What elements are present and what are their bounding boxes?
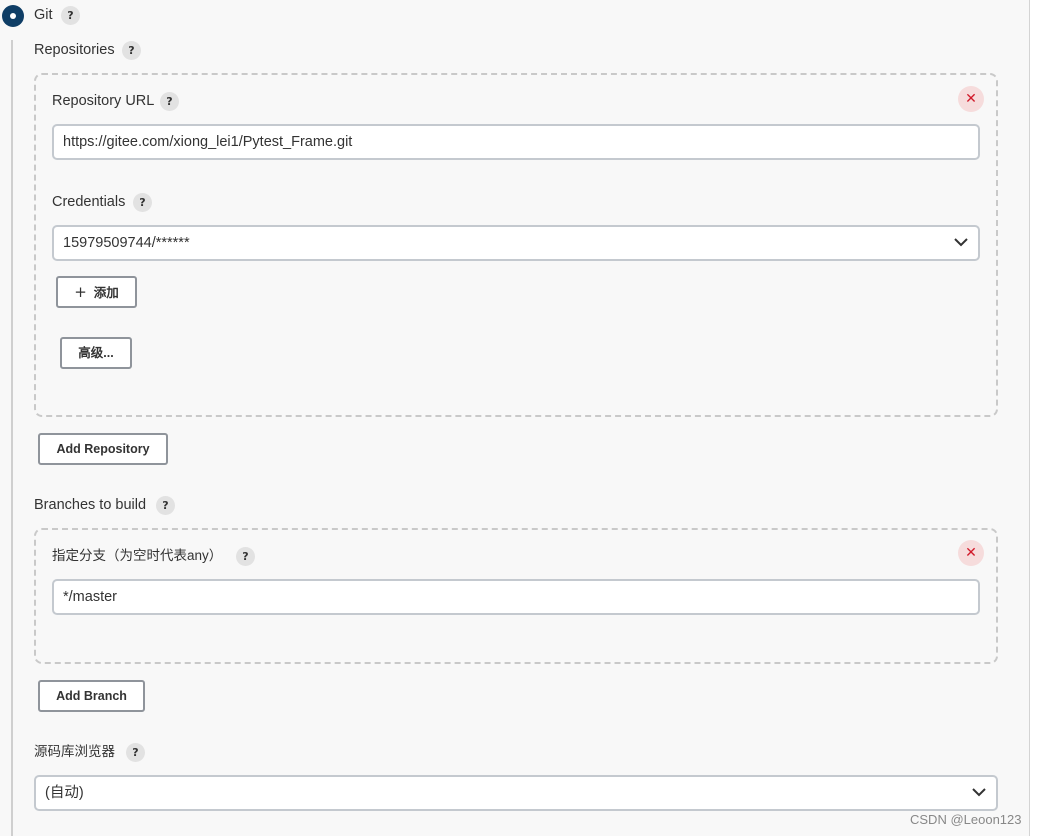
help-icon[interactable]: ?: [156, 496, 175, 515]
scm-option-git-label: Git: [34, 7, 53, 23]
plus-icon: +: [74, 283, 87, 301]
branch-specifier-label: 指定分支（为空时代表any）: [52, 548, 223, 563]
help-icon[interactable]: ?: [61, 6, 80, 25]
section-indent-rule: [11, 40, 13, 836]
help-icon[interactable]: ?: [160, 92, 179, 111]
branch-specifier-input[interactable]: */master: [52, 579, 980, 615]
add-repository-button[interactable]: Add Repository: [38, 433, 168, 465]
help-icon[interactable]: ?: [122, 41, 141, 60]
repositories-label: Repositories: [34, 42, 115, 58]
help-icon[interactable]: ?: [236, 547, 255, 566]
repository-browser-label: 源码库浏览器: [34, 744, 115, 759]
close-icon[interactable]: ✕: [958, 540, 984, 566]
radio-selected-icon[interactable]: [2, 5, 24, 27]
credentials-select-value: 15979509744/******: [63, 235, 190, 251]
repository-url-input[interactable]: https://gitee.com/xiong_lei1/Pytest_Fram…: [52, 124, 980, 160]
help-icon[interactable]: ?: [126, 743, 145, 762]
help-icon[interactable]: ?: [133, 193, 152, 212]
chevron-down-icon: [954, 238, 968, 247]
credentials-label: Credentials: [52, 194, 126, 210]
credentials-select[interactable]: 15979509744/******: [52, 225, 980, 261]
repository-url-label: Repository URL: [52, 93, 155, 109]
close-icon[interactable]: ✕: [958, 86, 984, 112]
scm-config-panel: Git ? Repositories ? ✕ Repository URL ? …: [0, 0, 1039, 836]
branches-label: Branches to build: [34, 497, 147, 513]
add-branch-button[interactable]: Add Branch: [38, 680, 145, 712]
repository-browser-select[interactable]: (自动): [34, 775, 998, 811]
panel-right-gutter: [1030, 0, 1039, 836]
chevron-down-icon: [972, 788, 986, 797]
advanced-button[interactable]: 高级...: [60, 337, 132, 369]
repository-browser-select-value: (自动): [45, 785, 84, 801]
add-credentials-button[interactable]: + 添加: [56, 276, 137, 308]
add-credentials-button-label: 添加: [93, 286, 119, 300]
watermark-text: CSDN @Leoon123: [910, 812, 1022, 827]
